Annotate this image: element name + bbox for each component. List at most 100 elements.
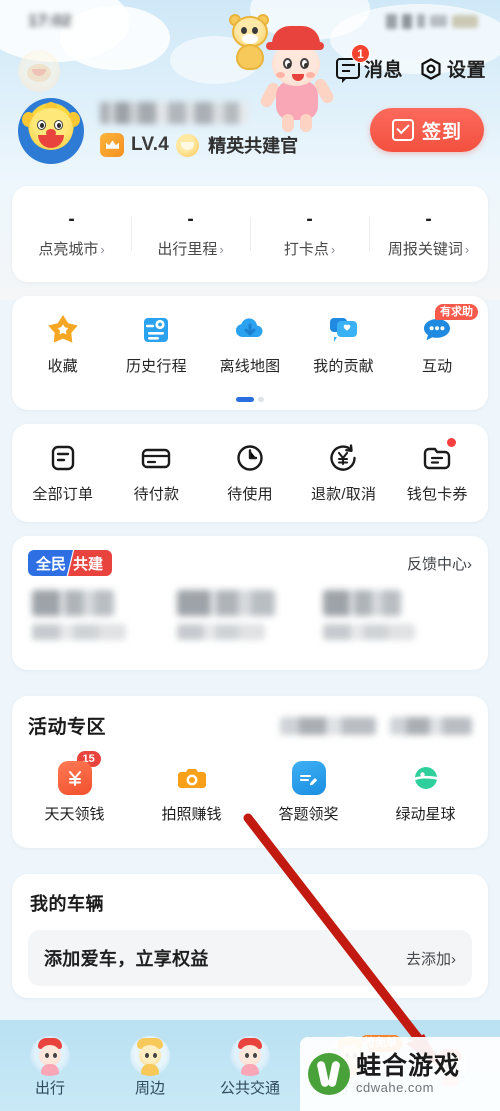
stat-item-mileage[interactable]: - 出行里程 › bbox=[131, 209, 250, 259]
cobuild-stat-value-masked bbox=[322, 590, 401, 616]
star-icon bbox=[16, 308, 110, 352]
user-level-label: LV.4 bbox=[131, 134, 170, 155]
cobuild-stat-item[interactable] bbox=[177, 590, 322, 640]
stats-card: - 点亮城市 › - 出行里程 › - 打卡点 › - 周报关键词 › bbox=[12, 186, 488, 282]
battery-percent-icon bbox=[430, 15, 447, 27]
green-planet-icon bbox=[367, 755, 484, 801]
activity-label: 拍照赚钱 bbox=[161, 806, 222, 823]
cobuild-stat-value-masked bbox=[177, 590, 276, 616]
service-item-offline-map[interactable]: 离线地图 bbox=[203, 308, 297, 376]
checkin-label: 签到 bbox=[421, 121, 462, 143]
page-dot-active bbox=[236, 397, 254, 402]
status-bar: 17:02 bbox=[0, 0, 500, 42]
cobuild-logo: 全民 共建 bbox=[28, 550, 113, 576]
watermark: 蛙合游戏 cdwahe.com bbox=[300, 1037, 500, 1111]
my-vehicle-card: 我的车辆 添加爱车，立享权益 去添加› bbox=[12, 874, 488, 998]
checkin-button[interactable]: 签到 bbox=[369, 108, 484, 152]
refund-yuan-icon bbox=[297, 436, 391, 480]
stat-item-checkin-points[interactable]: - 打卡点 › bbox=[250, 209, 369, 259]
battery-icon bbox=[452, 14, 478, 28]
stat-value: - bbox=[306, 209, 313, 230]
feedback-center-label: 反馈中心 bbox=[406, 555, 467, 573]
activity-item-green-planet[interactable]: 绿动星球 bbox=[367, 755, 484, 824]
add-vehicle-row[interactable]: 添加爱车，立享权益 去添加› bbox=[28, 930, 472, 986]
activity-zone-title: 活动专区 bbox=[28, 717, 107, 738]
activity-item-daily-cash[interactable]: 15 天天领钱 bbox=[16, 751, 133, 824]
add-vehicle-label: 去添加 bbox=[405, 950, 451, 968]
cobuild-stat-label-masked bbox=[177, 624, 266, 640]
activity-item-quiz-prize[interactable]: 答题领奖 bbox=[250, 755, 367, 824]
add-vehicle-action[interactable]: 去添加› bbox=[406, 948, 456, 969]
message-badge: 1 bbox=[350, 44, 370, 63]
public-cobuild-card: 全民 共建 反馈中心› bbox=[12, 536, 488, 670]
settings-button[interactable]: 设置 bbox=[419, 55, 486, 82]
service-item-favorites[interactable]: 收藏 bbox=[16, 308, 110, 376]
stat-label: 周报关键词 › bbox=[387, 241, 470, 258]
watermark-url: cdwahe.com bbox=[356, 1079, 434, 1095]
activity-label: 绿动星球 bbox=[395, 806, 456, 823]
service-item-interaction[interactable]: 有求助 互动 bbox=[390, 304, 484, 376]
stat-label: 出行里程 › bbox=[157, 241, 224, 258]
order-label: 退款/取消 bbox=[310, 486, 377, 503]
order-item-pending-use[interactable]: 待使用 bbox=[203, 436, 297, 504]
orders-card: 全部订单 待付款 待使用 退款/取消 钱包卡券 bbox=[12, 424, 488, 522]
transit-mascot-icon bbox=[200, 1033, 300, 1079]
service-item-trip-history[interactable]: 历史行程 bbox=[110, 308, 204, 376]
tab-label: 出行 bbox=[34, 1080, 65, 1097]
order-item-unpaid[interactable]: 待付款 bbox=[110, 436, 204, 504]
user-level-row[interactable]: LV.4 精英共建官 bbox=[100, 132, 298, 158]
grid-pagination[interactable] bbox=[12, 397, 488, 402]
tab-public-transit[interactable]: 公共交通 bbox=[200, 1033, 300, 1098]
service-item-my-contribution[interactable]: 我的贡献 bbox=[297, 308, 391, 376]
mini-mascot-avatar bbox=[18, 50, 60, 92]
stat-label: 打卡点 › bbox=[283, 241, 336, 258]
camera-icon bbox=[133, 755, 250, 801]
watermark-logo-icon bbox=[308, 1053, 350, 1095]
tab-nearby[interactable]: 周边 bbox=[100, 1033, 200, 1098]
avatar[interactable] bbox=[18, 98, 84, 164]
messages-button[interactable]: 1 消息 bbox=[335, 44, 403, 83]
quiz-pen-icon bbox=[250, 755, 367, 801]
user-name-masked bbox=[100, 102, 248, 124]
service-label: 历史行程 bbox=[125, 358, 187, 375]
wifi-icon bbox=[417, 14, 425, 28]
stat-value: - bbox=[68, 209, 75, 230]
clock-icon bbox=[203, 436, 297, 480]
cobuild-logo-right: 共建 bbox=[68, 550, 113, 576]
stat-label: 点亮城市 › bbox=[38, 241, 105, 258]
cobuild-stat-item[interactable] bbox=[32, 590, 177, 640]
my-vehicle-title: 我的车辆 bbox=[30, 894, 104, 914]
travel-mascot-icon bbox=[0, 1033, 100, 1079]
signal-icon bbox=[402, 13, 412, 29]
stat-item-weekly-keywords[interactable]: - 周报关键词 › bbox=[369, 209, 488, 259]
feedback-center-link[interactable]: 反馈中心› bbox=[407, 553, 472, 574]
user-title-label: 精英共建官 bbox=[208, 136, 299, 156]
route-history-icon bbox=[110, 308, 204, 352]
stat-item-lit-cities[interactable]: - 点亮城市 › bbox=[12, 209, 131, 259]
cloud-download-icon bbox=[203, 308, 297, 352]
settings-label: 设置 bbox=[446, 60, 486, 81]
cobuild-stat-label-masked bbox=[32, 624, 126, 640]
service-label: 收藏 bbox=[47, 358, 78, 375]
activity-label: 天天领钱 bbox=[44, 806, 105, 823]
order-item-wallet-coupons[interactable]: 钱包卡券 bbox=[390, 436, 484, 504]
page-dot bbox=[258, 397, 264, 402]
order-item-all-orders[interactable]: 全部订单 bbox=[16, 436, 110, 504]
masked-text bbox=[390, 716, 472, 735]
title-badge-icon bbox=[176, 133, 200, 157]
activity-label: 答题领奖 bbox=[278, 806, 339, 823]
gear-icon bbox=[419, 57, 443, 81]
tab-travel[interactable]: 出行 bbox=[0, 1033, 100, 1098]
cobuild-stat-item[interactable] bbox=[322, 590, 468, 640]
order-item-refund-cancel[interactable]: 退款/取消 bbox=[297, 436, 391, 504]
status-bar-indicators bbox=[386, 13, 478, 29]
cobuild-stat-value-masked bbox=[32, 590, 114, 616]
tab-label: 公共交通 bbox=[219, 1080, 280, 1097]
activity-item-photo-earn[interactable]: 拍照赚钱 bbox=[133, 755, 250, 824]
header-actions: 1 消息 设置 bbox=[335, 44, 486, 83]
signal-icon bbox=[386, 13, 397, 29]
order-label: 待使用 bbox=[227, 486, 273, 503]
wallet-icon bbox=[390, 436, 484, 480]
crown-icon bbox=[100, 133, 124, 157]
status-bar-clock: 17:02 bbox=[22, 11, 77, 31]
